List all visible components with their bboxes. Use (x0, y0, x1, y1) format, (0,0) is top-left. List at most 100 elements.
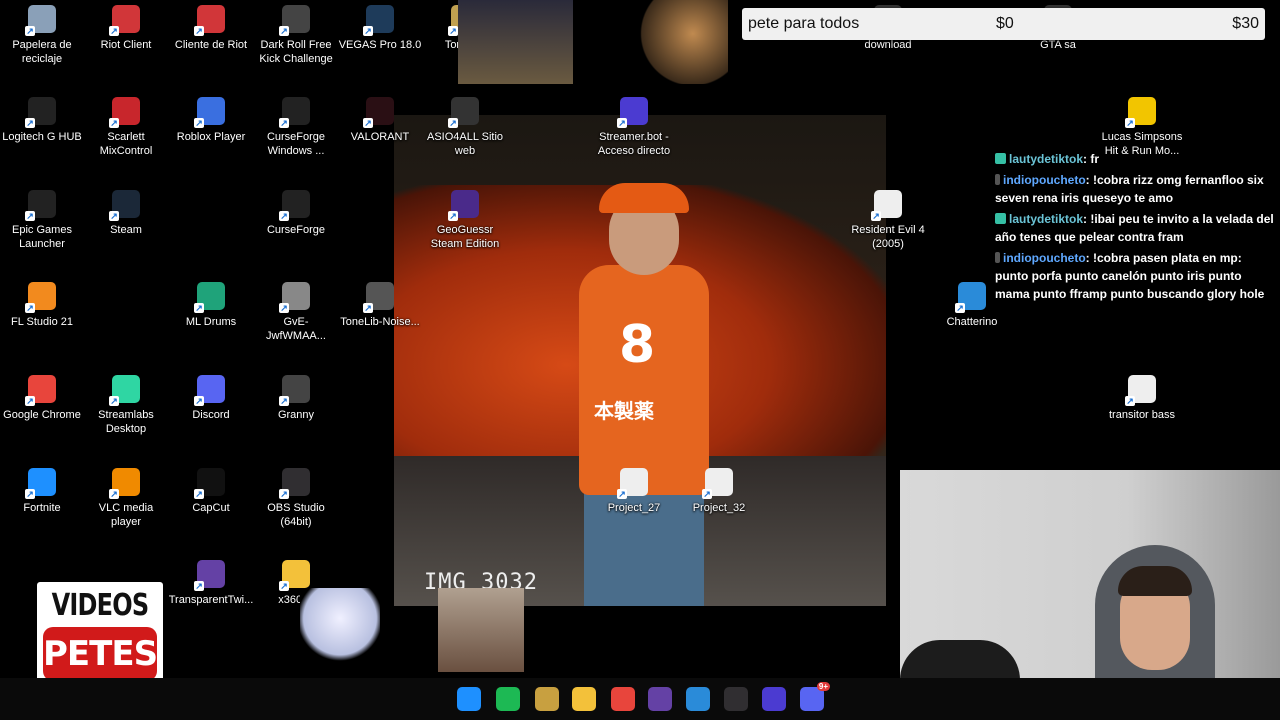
desktop-icon[interactable]: ↗ Fortnite (0, 468, 84, 515)
image-icon: ↗ (279, 282, 310, 313)
desktop-icon-label: Papelera de reciclaje (12, 39, 72, 65)
shortcut-arrow-icon: ↗ (194, 118, 204, 128)
shortcut-arrow-icon: ↗ (363, 118, 373, 128)
chrome-icon: ↗ (25, 375, 56, 406)
shortcut-arrow-icon: ↗ (279, 303, 289, 313)
logitech-icon: ↗ (25, 97, 56, 128)
logo-line1: VIDEOS (51, 588, 150, 623)
desktop-icon[interactable]: ↗ ASIO4ALL Sitio web (423, 97, 507, 158)
cat-video-sticker (438, 588, 524, 672)
jersey-number: 8 (619, 315, 656, 375)
shortcut-arrow-icon: ↗ (25, 396, 35, 406)
desktop-icon[interactable]: ↗ Papelera de reciclaje (0, 5, 84, 66)
chat-badge-icon (995, 153, 1006, 164)
desktop-icon-label: Epic Games Launcher (12, 224, 72, 250)
riot-icon: ↗ (194, 5, 225, 36)
cat-sticker (640, 0, 728, 84)
desktop-icon-label: Streamlabs Desktop (98, 409, 154, 435)
anime-girl-sticker (300, 588, 380, 664)
chrome-icon[interactable] (611, 687, 635, 711)
shortcut-arrow-icon: ↗ (279, 396, 289, 406)
desktop-icon[interactable]: ↗ Roblox Player (169, 97, 253, 144)
shortcut-arrow-icon: ↗ (25, 489, 35, 499)
fortnite-icon: ↗ (25, 468, 56, 499)
desktop-icon-label: GvE-JwfWMAA... (266, 316, 326, 342)
desktop-icon[interactable]: ↗ CurseForge (254, 190, 338, 237)
chat-username: indiopoucheto (1003, 251, 1086, 265)
capcut-icon: ↗ (194, 468, 225, 499)
goal-title: pete para todos (748, 15, 860, 32)
wizard-cat-sticker (458, 0, 573, 84)
shortcut-arrow-icon: ↗ (448, 118, 458, 128)
desktop-icon[interactable]: ↗ GvE-JwfWMAA... (254, 282, 338, 343)
shortcut-arrow-icon: ↗ (448, 211, 458, 221)
spotify-icon[interactable] (496, 687, 520, 711)
goal-target: $30 (1232, 15, 1259, 32)
desktop-icon[interactable]: ↗ VEGAS Pro 18.0 (338, 5, 422, 52)
desktop-icon[interactable]: ↗ Resident Evil 4 (2005) (846, 190, 930, 251)
desktop-icon-label: Google Chrome (3, 409, 81, 421)
shortcut-arrow-icon: ↗ (702, 489, 712, 499)
flstudio-icon: ↗ (25, 282, 56, 313)
file-explorer-icon[interactable] (572, 687, 596, 711)
streamerbot-icon[interactable] (762, 687, 786, 711)
desktop-icon-label: download (864, 39, 912, 51)
jersey-text: 本製薬 (594, 399, 654, 423)
desktop-icon[interactable]: ↗ Lucas Simpsons Hit & Run Mo... (1100, 97, 1184, 158)
app-icon[interactable] (535, 687, 559, 711)
desktop-icon[interactable]: ↗ VLC media player (84, 468, 168, 529)
obs-icon[interactable] (724, 687, 748, 711)
desktop-icon-label: Scarlett MixControl (99, 131, 153, 157)
video-file-icon: ↗ (617, 468, 648, 499)
desktop-icon[interactable]: ↗ Streamer.bot - Acceso directo (592, 97, 676, 158)
desktop-icon-label: Chatterino (946, 316, 998, 328)
shortcut-arrow-icon: ↗ (279, 118, 289, 128)
desktop-icon[interactable]: ↗ Project_32 (677, 468, 761, 515)
desktop-icon[interactable]: ↗ ToneLib-Noise... (338, 282, 422, 329)
desktop-icon-label: Project_32 (692, 502, 746, 514)
desktop-icon[interactable]: ↗ Streamlabs Desktop (84, 375, 168, 436)
shortcut-arrow-icon: ↗ (109, 211, 119, 221)
desktop-icon[interactable]: ↗ ML Drums (169, 282, 253, 329)
desktop-icon[interactable]: ↗ CapCut (169, 468, 253, 515)
chatterino-icon[interactable] (686, 687, 710, 711)
shortcut-arrow-icon: ↗ (279, 211, 289, 221)
desktop-icon[interactable]: ↗ OBS Studio (64bit) (254, 468, 338, 529)
simpsons-icon: ↗ (1125, 97, 1156, 128)
desktop-icon[interactable]: ↗ transitor bass (1100, 375, 1184, 422)
curseforge-icon: ↗ (279, 190, 310, 221)
scarlett-icon: ↗ (109, 97, 140, 128)
chatterino-icon: ↗ (955, 282, 986, 313)
desktop-icon[interactable]: ↗ GeoGuessr Steam Edition (423, 190, 507, 251)
desktop-icon-label: CapCut (192, 502, 230, 514)
desktop-icon[interactable]: ↗ Steam (84, 190, 168, 237)
desktop-icon[interactable]: ↗ Project_27 (592, 468, 676, 515)
asio-icon: ↗ (448, 97, 479, 128)
logo-line2: PETES (43, 627, 158, 681)
chat-username: indiopoucheto (1003, 173, 1086, 187)
desktop-icon[interactable]: ↗ Google Chrome (0, 375, 84, 422)
desktop-icon-label: Cliente de Riot (174, 39, 248, 51)
windows-start-icon[interactable] (457, 687, 481, 711)
desktop-icon[interactable]: ↗ TransparentTwi... (169, 560, 253, 607)
desktop-icon[interactable]: ↗ Scarlett MixControl (84, 97, 168, 158)
discord-icon[interactable]: 9+ (800, 682, 830, 711)
desktop-icon[interactable]: ↗ FL Studio 21 (0, 282, 84, 329)
desktop-icon[interactable]: ↗ CurseForge Windows ... (254, 97, 338, 158)
desktop-icon[interactable]: ↗ Logitech G HUB (0, 97, 84, 144)
goal-start: $0 (996, 15, 1014, 32)
video-file-icon: ↗ (1125, 375, 1156, 406)
desktop-icon[interactable]: ↗ Discord (169, 375, 253, 422)
notification-badge: 9+ (816, 682, 830, 691)
desktop-icon[interactable]: ↗ Dark Roll Free Kick Challenge (254, 5, 338, 66)
roblox-icon: ↗ (194, 97, 225, 128)
chat-message: lautydetiktok: fr (995, 150, 1277, 168)
desktop-icon[interactable]: ↗ Epic Games Launcher (0, 190, 84, 251)
desktop-icon[interactable]: ↗ Granny (254, 375, 338, 422)
twitch-icon[interactable] (648, 687, 672, 711)
chat-overlay: lautydetiktok: fr indiopoucheto: !cobra r… (995, 150, 1277, 306)
desktop-icon[interactable]: ↗ VALORANT (338, 97, 422, 144)
desktop-icon[interactable]: ↗ Cliente de Riot (169, 5, 253, 52)
desktop-icon[interactable]: ↗ Riot Client (84, 5, 168, 52)
steam-icon: ↗ (109, 190, 140, 221)
